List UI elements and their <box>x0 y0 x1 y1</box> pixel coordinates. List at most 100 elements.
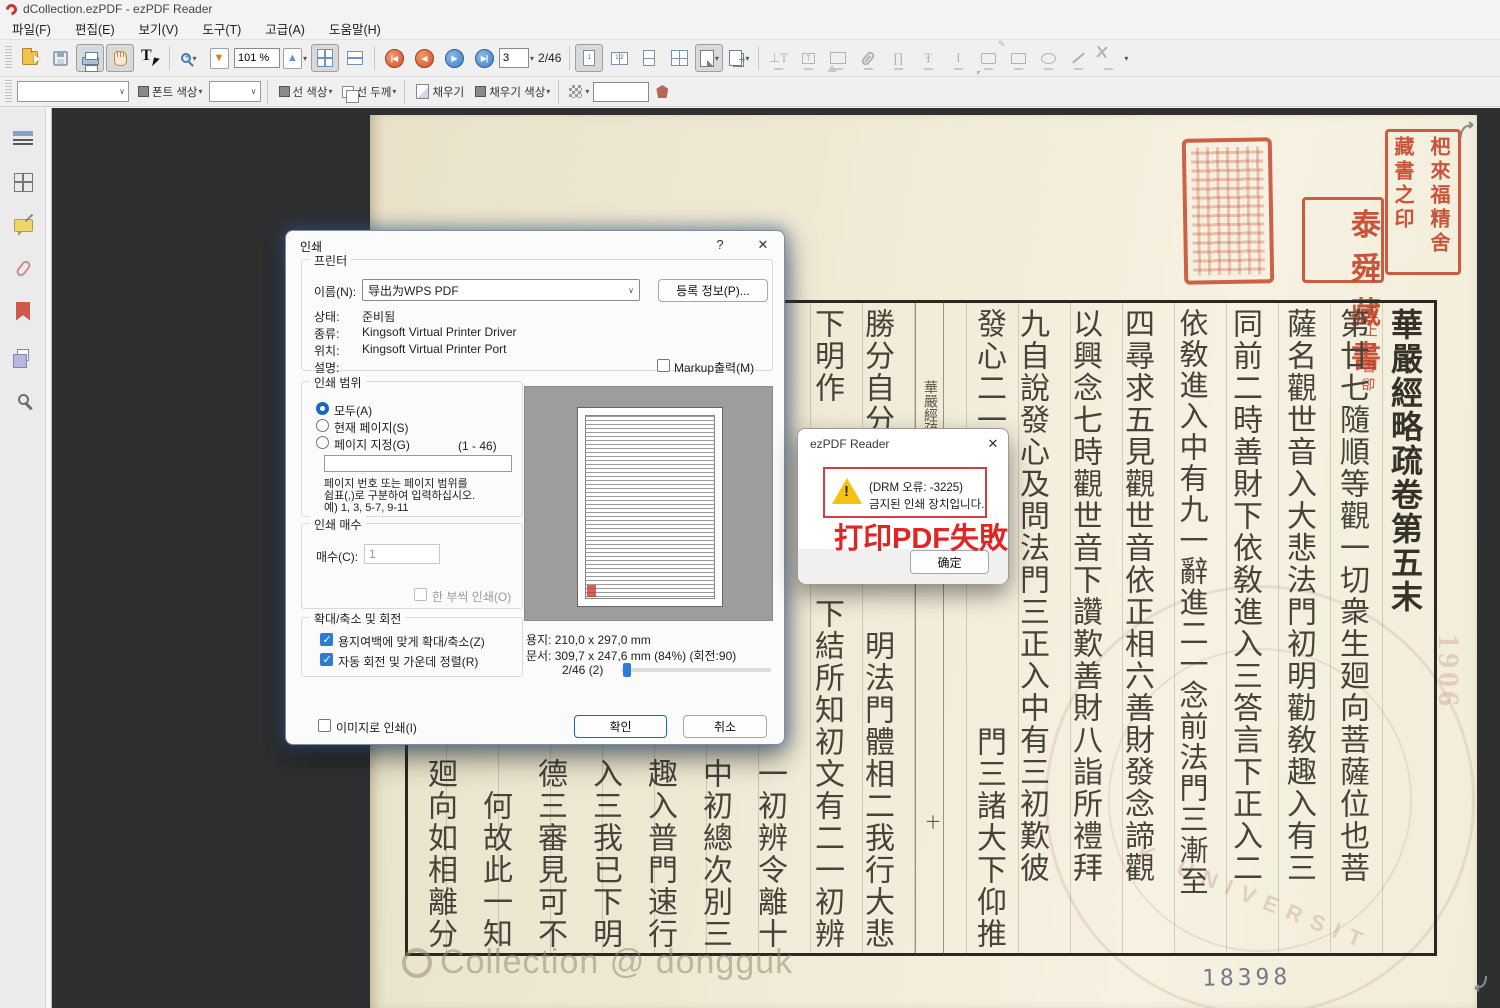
fit-width-button[interactable] <box>341 44 369 72</box>
line-width-button[interactable]: 선 두께 ▾ <box>337 78 399 106</box>
slider-thumb[interactable] <box>623 663 631 677</box>
help-button[interactable]: ? <box>711 237 729 252</box>
toolbar-separator <box>569 46 571 70</box>
close-icon[interactable]: ✕ <box>754 237 772 253</box>
single-page-button[interactable]: 1 <box>575 44 604 72</box>
sidebar-outline-button[interactable] <box>8 124 38 154</box>
hand-tool-button[interactable] <box>106 44 134 72</box>
text-select-button[interactable] <box>136 44 164 72</box>
range-current-radio[interactable] <box>316 419 329 432</box>
print-button[interactable] <box>76 44 104 72</box>
printer-name-value: 导出为WPS PDF <box>368 283 459 298</box>
text-column-fragment: 中初總次別三 <box>698 758 731 950</box>
menu-file[interactable]: 파일(F) <box>12 19 51 38</box>
chevron-down-icon[interactable]: ▾ <box>530 54 534 63</box>
page-range-input[interactable] <box>324 455 512 472</box>
continuous-button[interactable] <box>635 44 663 72</box>
menu-help[interactable]: 도움말(H) <box>329 19 381 38</box>
zoom-tool-button[interactable]: ▾ <box>175 44 203 72</box>
line-annotation-button[interactable] <box>1064 44 1092 72</box>
zoom-in-button[interactable]: ▲ ▾ <box>281 44 309 72</box>
caret-text-button[interactable]: I <box>944 44 972 72</box>
continuous-icon <box>643 50 656 66</box>
collate-checkbox[interactable] <box>414 588 427 601</box>
error-code-text: (DRM 오류: -3225) <box>869 482 964 494</box>
copies-input[interactable] <box>364 544 440 564</box>
ellipse-annotation-button[interactable] <box>1034 44 1062 72</box>
first-page-button[interactable]: |◀ <box>380 44 408 72</box>
fill-color-button[interactable]: 채우기 색상 ▾ <box>469 78 553 106</box>
markup-output-checkbox[interactable] <box>657 359 670 372</box>
collection-watermark: Collection @ dongguk <box>402 943 793 982</box>
preview-page-slider[interactable] <box>621 663 771 677</box>
open-file-button[interactable] <box>16 44 44 72</box>
fit-page-button[interactable] <box>311 44 339 72</box>
note-button[interactable] <box>974 44 1002 72</box>
cancel-button[interactable]: 취소 <box>683 715 767 738</box>
sidebar-attachments-button[interactable] <box>8 253 38 283</box>
last-page-button[interactable]: ▶| <box>470 44 498 72</box>
fill-icon <box>416 84 430 99</box>
sidebar-bookmarks-button[interactable] <box>8 296 38 326</box>
close-icon[interactable]: ✕ <box>984 436 1002 452</box>
printer-properties-button[interactable]: 등록 정보(P)... <box>658 279 768 302</box>
line-color-button[interactable]: 선 색상 ▾ <box>273 78 336 106</box>
page-indicator: 2/46 <box>538 51 562 65</box>
print-dialog: 인쇄 ? ✕ 프린터 이름(N): 导出为WPS PDF ∨ 등록 정보(P).… <box>285 230 785 745</box>
font-color-button[interactable]: 폰트 색상 ▾ <box>132 78 206 106</box>
page-number-input[interactable] <box>499 48 529 68</box>
menu-tools[interactable]: 도구(T) <box>202 19 241 38</box>
rect-annotation-button[interactable] <box>1004 44 1032 72</box>
page-curl-bottom-icon[interactable] <box>1470 973 1490 993</box>
printer-name-combo[interactable]: 导出为WPS PDF ∨ <box>362 279 640 301</box>
menu-edit[interactable]: 편집(E) <box>75 19 115 38</box>
fill-button[interactable]: 채우기 <box>410 78 467 106</box>
fit-to-margins-checkbox[interactable] <box>320 633 333 646</box>
range-all-radio[interactable] <box>316 402 329 415</box>
zoom-out-button[interactable]: ▼ <box>205 44 233 72</box>
sidebar-thumbnails-button[interactable] <box>8 167 38 197</box>
stamp-button[interactable] <box>650 78 674 106</box>
chevron-down-icon: ∨ <box>628 285 634 295</box>
strike-text-button[interactable]: Ŧ <box>914 44 942 72</box>
save-button[interactable] <box>46 44 74 72</box>
menu-advanced[interactable]: 고급(A) <box>265 19 305 38</box>
status-value: 준비됨 <box>362 310 396 324</box>
font-family-combo[interactable]: ∨ <box>17 81 129 102</box>
toolbar-grip[interactable] <box>5 79 12 104</box>
comment-icon <box>13 218 33 236</box>
facing-pages-button[interactable]: 1 2 <box>605 44 633 72</box>
hand-icon <box>113 50 127 66</box>
menu-view[interactable]: 보기(V) <box>139 19 179 38</box>
sidebar-layers-button[interactable] <box>8 340 38 370</box>
tools-button[interactable] <box>1094 44 1122 72</box>
extract-page-button[interactable]: ▾ <box>725 44 753 72</box>
text-column-fragment: 勝分自分 <box>860 308 893 436</box>
text-box-button[interactable]: T <box>794 44 822 72</box>
opacity-input[interactable] <box>593 81 650 102</box>
prev-page-button[interactable]: ◀ <box>410 44 438 72</box>
ok-button[interactable]: 확인 <box>574 715 667 738</box>
next-page-button[interactable]: ▶ <box>440 44 468 72</box>
continuous-facing-button[interactable] <box>665 44 693 72</box>
font-size-combo[interactable]: ∨ <box>208 81 261 102</box>
fit-page-icon <box>317 49 333 67</box>
insert-image-button[interactable] <box>824 44 852 72</box>
zoom-level-input[interactable] <box>234 48 280 68</box>
print-as-image-checkbox[interactable] <box>318 719 331 732</box>
sidebar-search-button[interactable] <box>8 384 38 414</box>
toolbar-grip[interactable] <box>5 46 12 70</box>
sidebar-comments-button[interactable] <box>8 210 38 240</box>
page-curl-top-icon[interactable] <box>1458 120 1478 140</box>
insert-text-button[interactable]: ⊥T <box>764 44 792 72</box>
toolbar-overflow-icon[interactable]: ▾ <box>1124 54 1128 63</box>
copies-label: 매수(C): <box>316 550 359 564</box>
opacity-button[interactable]: ▾ <box>564 78 592 106</box>
page-rotate-button[interactable]: ▾ <box>695 44 724 72</box>
attach-file-button[interactable] <box>854 44 882 72</box>
fill-label: 채우기 <box>432 86 465 99</box>
auto-rotate-checkbox[interactable] <box>320 653 333 666</box>
range-pages-radio[interactable] <box>316 436 329 449</box>
column-text-button[interactable]: ∏ <box>884 44 912 72</box>
range-help-line3: 예) 1, 3, 5-7, 9-11 <box>324 502 409 514</box>
